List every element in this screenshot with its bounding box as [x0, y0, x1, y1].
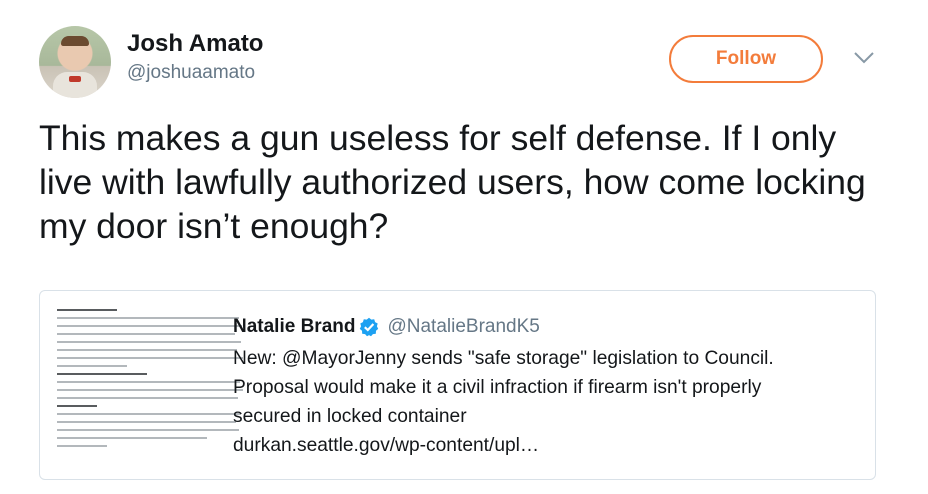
chevron-down-icon[interactable] [852, 50, 876, 66]
quoted-text-line: Proposal would make it a civil infractio… [233, 377, 762, 398]
follow-button[interactable]: Follow [669, 35, 823, 83]
quoted-link[interactable]: durkan.seattle.gov/wp-content/upl… [233, 435, 539, 456]
author-avatar[interactable] [39, 26, 111, 98]
avatar-hair [61, 36, 89, 46]
author-display-name[interactable]: Josh Amato [127, 30, 263, 58]
quoted-author-name: Natalie Brand [233, 316, 356, 337]
tweet-text: This makes a gun useless for self defens… [39, 118, 866, 246]
quoted-author-handle: @NatalieBrandK5 [387, 316, 540, 337]
verified-badge-icon [360, 317, 379, 337]
author-handle[interactable]: @joshuaamato [127, 62, 255, 84]
quoted-text-line: secured in locked container [233, 406, 467, 427]
quoted-text-line: New: @MayorJenny sends "safe storage" le… [233, 348, 774, 369]
quoted-tweet-text: New: @MayorJenny sends "safe storage" le… [233, 344, 863, 460]
document-thumbnail [57, 309, 251, 469]
avatar-bow-tie [69, 76, 81, 82]
quoted-tweet-author[interactable]: Natalie Brand @NatalieBrandK5 [233, 316, 540, 338]
